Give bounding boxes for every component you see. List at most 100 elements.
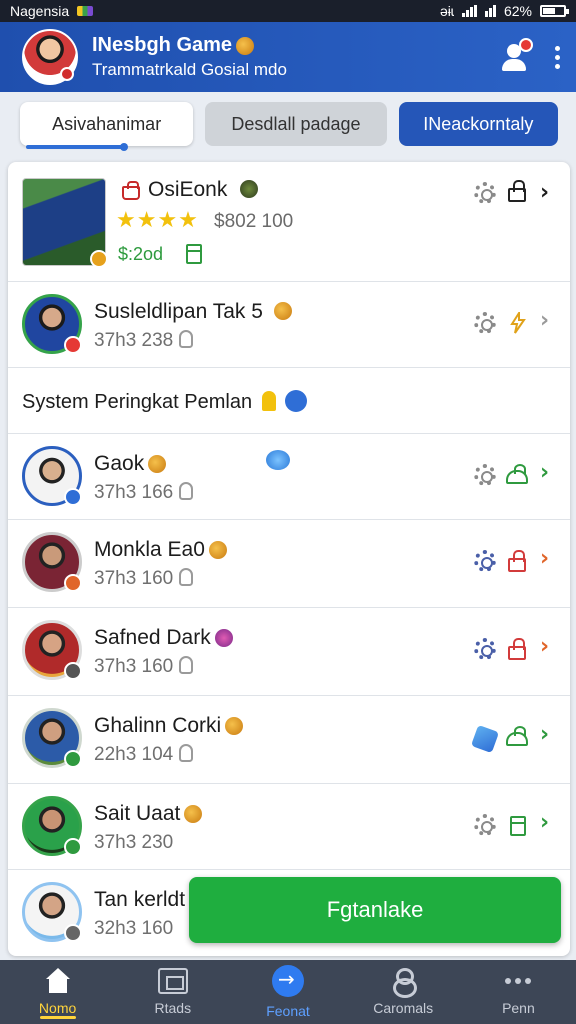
app-avatar[interactable]	[22, 29, 78, 85]
player-meta: 37h3 166	[94, 482, 194, 504]
nav-label: Caromals	[373, 1000, 434, 1016]
player-meta-text: 37h3 238	[94, 330, 174, 351]
chevron-right-icon[interactable]: ›	[540, 722, 549, 747]
chevron-right-icon[interactable]: ›	[540, 180, 549, 205]
nav-item-4[interactable]: Caromals	[346, 960, 461, 1024]
chevron-right-icon[interactable]: ›	[540, 460, 549, 485]
nav-item-2[interactable]: Rtads	[115, 960, 230, 1024]
home-icon	[43, 968, 73, 994]
nav-label: Feonat	[266, 1003, 310, 1019]
tab-3[interactable]: INeackorntaly	[398, 102, 558, 146]
player-meta-text: 37h3 230	[94, 832, 174, 853]
tab-2[interactable]: Desdlall padage	[205, 102, 387, 146]
player-name-text: Monkla Ea0	[94, 538, 205, 561]
player-meta: 37h3 230	[94, 832, 173, 854]
player-avatar	[22, 620, 82, 680]
rating-stars: ★★★★	[116, 208, 199, 233]
lock-icon[interactable]	[508, 550, 526, 572]
wifi-icon	[484, 5, 496, 17]
settings-icon[interactable]	[474, 464, 496, 486]
chevron-right-icon[interactable]: ›	[540, 308, 549, 333]
active-nav-indicator	[40, 1016, 76, 1019]
notification-dot-icon	[519, 38, 533, 52]
emoji-icon	[148, 455, 167, 474]
player-row[interactable]: Sait Uaat 37h3 230 ›	[8, 784, 570, 870]
app-actions	[499, 38, 560, 72]
player-meta: 22h3 104	[94, 744, 194, 766]
section-header: System Peringkat Pemlan	[8, 368, 570, 434]
lock-icon[interactable]	[508, 180, 526, 202]
chevron-right-icon[interactable]: ›	[540, 810, 549, 835]
emoji-icon	[236, 36, 255, 55]
player-name-text: Sait Uaat	[94, 802, 181, 825]
status-text: əɨɩ	[439, 3, 454, 19]
cloud-icon[interactable]	[506, 464, 528, 484]
player-name: Gaok	[94, 452, 167, 476]
player-row[interactable]: Monkla Ea0 37h3 160 ›	[8, 520, 570, 608]
hand-icon	[179, 656, 194, 674]
brain-icon	[266, 450, 290, 470]
player-row[interactable]: Ghalinn Corki 22h3 104 ›	[8, 696, 570, 784]
settings-icon[interactable]	[474, 550, 496, 572]
section-title: System Peringkat Pemlan	[22, 390, 308, 414]
doc-icon[interactable]	[510, 816, 526, 836]
hand-icon	[179, 482, 194, 500]
globe-icon	[240, 180, 258, 198]
settings-icon[interactable]	[474, 182, 496, 204]
lock-icon[interactable]	[508, 638, 526, 660]
more-icon	[503, 968, 533, 994]
player-row[interactable]: Susleldlipan Tak 5 37h3 238 ›	[8, 282, 570, 368]
player-meta: 37h3 238	[94, 330, 194, 352]
carrier-name: Nagensia	[10, 3, 70, 19]
app-title-text: INesbgh Game	[92, 34, 233, 56]
player-badge-icon	[64, 574, 82, 592]
settings-icon[interactable]	[474, 814, 496, 836]
nav-item-3[interactable]: Feonat	[230, 960, 345, 1024]
emoji-icon	[208, 541, 227, 560]
player-meta-text: 37h3 160	[94, 656, 174, 677]
featured-row[interactable]: OsiEonk ★★★★ $802 100 $:2od ›	[8, 162, 570, 282]
player-meta: 32h3 160	[94, 918, 174, 939]
nav-label: Nomo	[38, 1000, 77, 1016]
section-title-text: System Peringkat Pemlan	[22, 391, 253, 413]
player-row[interactable]: Safned Dark 37h3 160 ›	[8, 608, 570, 696]
app-titles: INesbgh Game Trammatrkald Gosial mdo	[92, 34, 287, 80]
primary-action-button[interactable]: Fgtanlake	[189, 877, 561, 943]
profile-icon[interactable]	[499, 38, 533, 72]
app-indicator-icon	[77, 6, 94, 16]
player-name-text: Safned Dark	[94, 626, 211, 649]
chevron-right-icon[interactable]: ›	[540, 546, 549, 571]
featured-name: OsiEonk	[148, 178, 228, 201]
doc-icon	[186, 244, 202, 264]
featured-avatar	[22, 178, 108, 268]
player-name-text: Gaok	[94, 452, 145, 475]
leaderboard-list[interactable]: OsiEonk ★★★★ $802 100 $:2od › Susleldlip…	[8, 162, 570, 956]
player-avatar	[22, 708, 82, 768]
bottom-nav: Nomo Rtads Feonat Caromals Penn	[0, 960, 576, 1024]
player-name: Ghalinn Corki	[94, 714, 244, 738]
player-name: Tan kerldt	[94, 888, 186, 911]
player-meta-text: 37h3 160	[94, 568, 174, 589]
nav-label: Penn	[502, 1000, 535, 1016]
more-menu-icon[interactable]	[555, 45, 560, 69]
settings-icon[interactable]	[474, 638, 496, 660]
cube-icon[interactable]	[470, 724, 500, 754]
tab-1[interactable]: Asivahanimar	[20, 102, 194, 151]
player-badge-icon	[64, 750, 82, 768]
nav-item-5[interactable]: Penn	[461, 960, 576, 1024]
figure-icon	[388, 968, 418, 998]
player-meta-text: 37h3 166	[94, 482, 174, 503]
chevron-right-icon[interactable]: ›	[540, 634, 549, 659]
settings-icon[interactable]	[474, 312, 496, 334]
player-avatar	[22, 532, 82, 592]
info-icon	[285, 390, 308, 412]
player-name: Susleldlipan Tak 5	[94, 300, 263, 323]
player-row[interactable]: Gaok 37h3 166 ›	[8, 434, 570, 520]
nav-item-home[interactable]: Nomo	[0, 960, 115, 1024]
emoji-icon	[225, 717, 244, 736]
cloud-icon[interactable]	[506, 726, 528, 746]
battery-icon	[540, 5, 569, 17]
bolt-icon[interactable]	[510, 312, 526, 334]
player-avatar	[22, 446, 82, 506]
medal-icon	[261, 391, 276, 411]
